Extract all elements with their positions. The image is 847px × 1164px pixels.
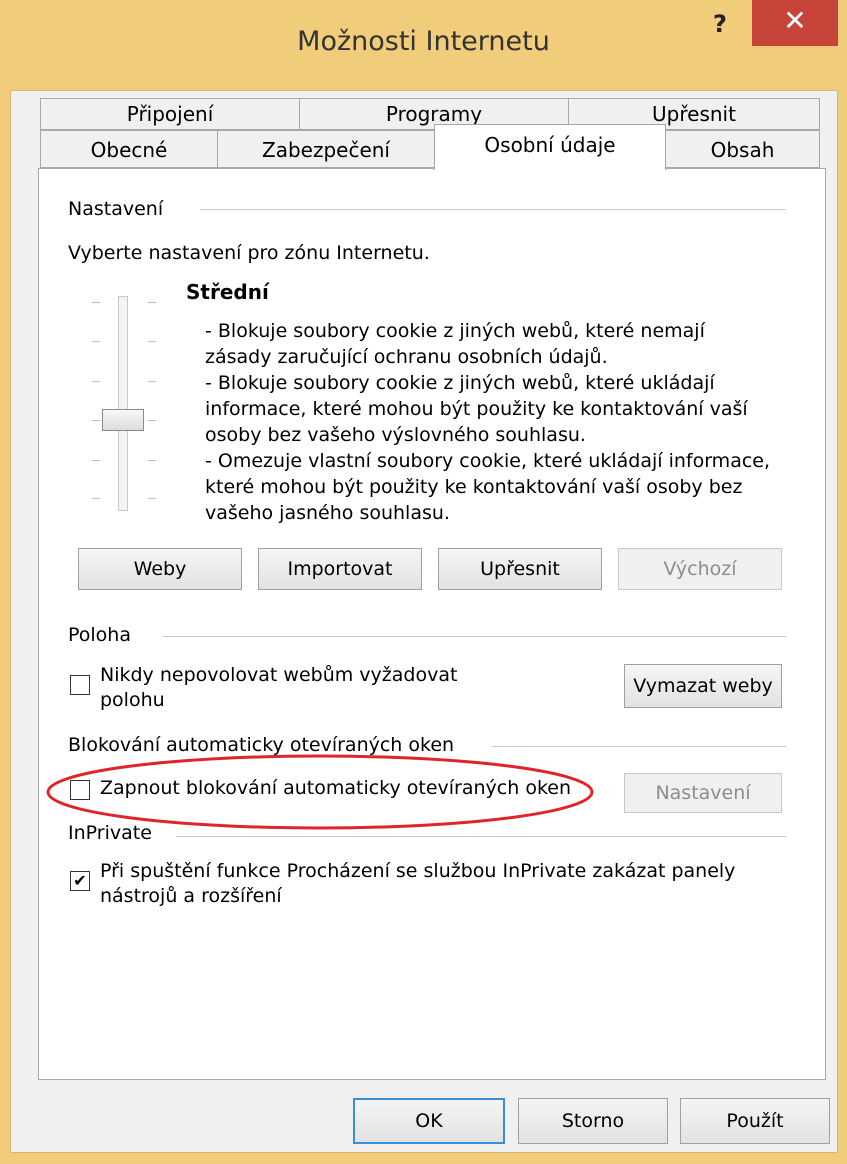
- default-button[interactable]: Výchozí: [618, 548, 782, 590]
- tab-obsah[interactable]: Obsah: [665, 130, 820, 168]
- privacy-slider-thumb[interactable]: [102, 409, 144, 431]
- highlight-annotation: [46, 754, 594, 830]
- tab-pripojeni[interactable]: Připojení: [40, 98, 300, 130]
- close-button[interactable]: ✕: [752, 0, 838, 46]
- settings-group-label: Nastavení: [68, 198, 164, 220]
- disable-toolbars-label: Při spuštění funkce Procházení se službo…: [100, 860, 736, 882]
- never-allow-location-checkbox[interactable]: [70, 675, 90, 695]
- description-line: které mohou být použity ke kontaktování …: [205, 476, 743, 498]
- slider-tick: [148, 460, 156, 461]
- description-line: informace, které mohou být použity ke ko…: [205, 398, 748, 420]
- popup-group-divider: [492, 746, 786, 747]
- privacy-level-description: - Blokuje soubory cookie z jiných webů, …: [205, 318, 805, 526]
- popup-settings-button[interactable]: Nastavení: [624, 773, 782, 813]
- slider-tick: [92, 341, 100, 342]
- never-allow-location-label: Nikdy nepovolovat webům vyžadovat: [100, 664, 458, 686]
- privacy-slider-track[interactable]: [118, 296, 128, 511]
- slider-tick: [92, 420, 100, 421]
- description-line: - Blokuje soubory cookie z jiných webů, …: [205, 372, 715, 394]
- slider-tick: [148, 420, 156, 421]
- clear-sites-button[interactable]: Vymazat weby: [624, 664, 782, 708]
- settings-group-divider: [200, 209, 786, 210]
- slider-tick: [148, 341, 156, 342]
- privacy-level-name: Střední: [186, 280, 269, 304]
- tab-obecne[interactable]: Obecné: [40, 130, 218, 168]
- tab-zabezpeceni[interactable]: Zabezpečení: [217, 130, 435, 168]
- dialog-window: Možnosti Internetu ? ✕ Připojení Program…: [0, 0, 847, 1164]
- ok-button[interactable]: OK: [353, 1098, 505, 1144]
- slider-tick: [148, 498, 156, 499]
- slider-tick: [148, 381, 156, 382]
- slider-tick: [92, 302, 100, 303]
- description-line: osoby bez vašeho výslovného souhlasu.: [205, 424, 586, 446]
- location-group-divider: [163, 636, 786, 637]
- cancel-button[interactable]: Storno: [518, 1098, 668, 1144]
- never-allow-location-label-line2: polohu: [100, 689, 165, 711]
- inprivate-group-divider: [176, 836, 786, 837]
- slider-tick: [148, 302, 156, 303]
- advanced-button[interactable]: Upřesnit: [438, 548, 602, 590]
- import-button[interactable]: Importovat: [258, 548, 422, 590]
- privacy-tab-panel: [38, 168, 826, 1080]
- description-line: - Omezuje vlastní soubory cookie, které …: [205, 450, 771, 472]
- sites-button[interactable]: Weby: [78, 548, 242, 590]
- slider-tick: [92, 381, 100, 382]
- title-bar[interactable]: Možnosti Internetu ? ✕: [0, 0, 847, 90]
- apply-button[interactable]: Použít: [680, 1098, 830, 1144]
- description-line: - Blokuje soubory cookie z jiných webů, …: [205, 320, 705, 342]
- slider-tick: [92, 460, 100, 461]
- disable-toolbars-checkbox[interactable]: ✔: [70, 871, 90, 891]
- inprivate-group-label: InPrivate: [68, 822, 152, 844]
- description-line: vašeho jasného souhlasu.: [205, 502, 450, 524]
- disable-toolbars-label-line2: nástrojů a rozšíření: [100, 885, 282, 907]
- description-line: zásady zaručující ochranu osobních údajů…: [205, 346, 608, 368]
- location-group-label: Poloha: [68, 624, 131, 646]
- help-button[interactable]: ?: [700, 10, 740, 50]
- zone-instruction: Vyberte nastavení pro zónu Internetu.: [68, 242, 430, 264]
- tab-osobni-udaje[interactable]: Osobní údaje: [434, 124, 666, 170]
- slider-tick: [92, 498, 100, 499]
